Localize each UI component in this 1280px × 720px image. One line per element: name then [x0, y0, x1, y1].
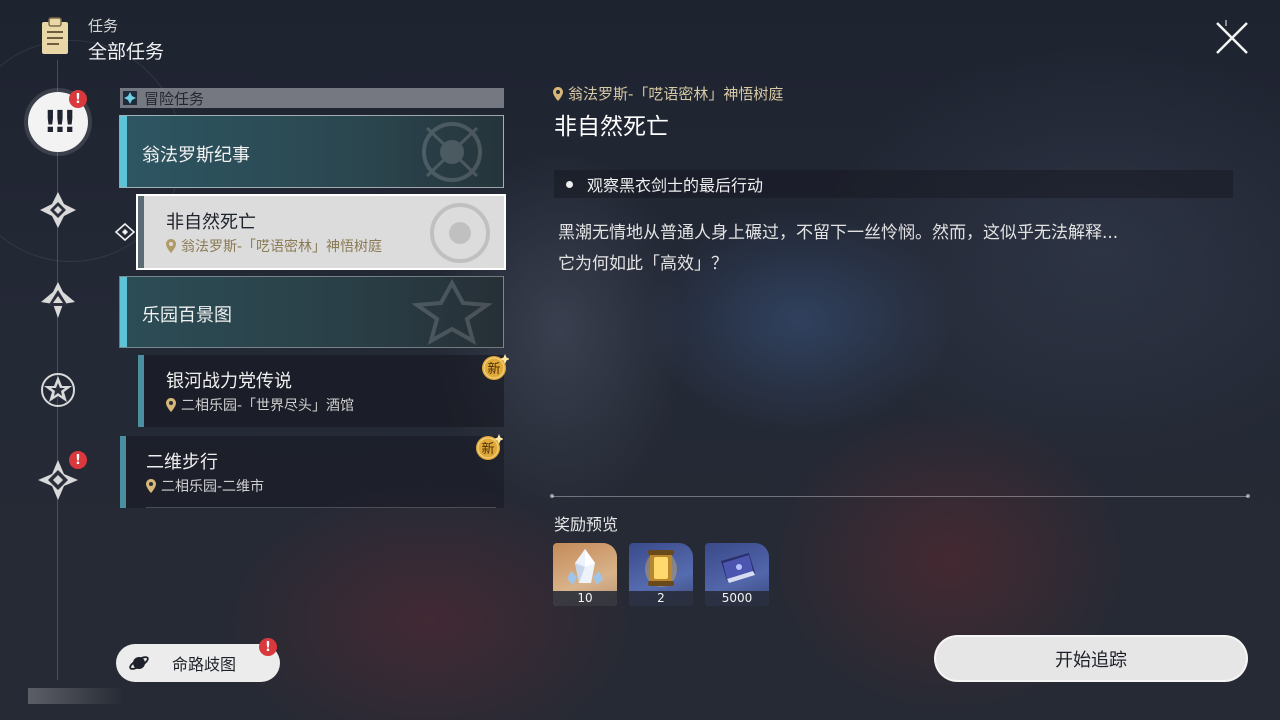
start-tracking-label: 开始追踪	[1055, 649, 1127, 671]
rail-tab-companion[interactable]	[34, 276, 82, 324]
reward-count: 5000	[705, 591, 769, 606]
quest-location-text: 二相乐园-「世界尽头」酒馆	[181, 398, 355, 414]
divider-dot	[550, 494, 554, 498]
triangle-star-icon	[41, 282, 75, 318]
lantern-icon	[645, 550, 677, 587]
group-title: 翁法罗斯纪事	[142, 145, 250, 166]
quest-item[interactable]: 二维步行 二相乐园-二维市	[120, 436, 504, 508]
quest-location: 翁法罗斯-「呓语密林」神悟树庭	[166, 236, 382, 256]
quest-item[interactable]: 银河战力党传说 二相乐园-「世界尽头」酒馆	[138, 355, 504, 427]
adventure-section-icon	[122, 90, 138, 106]
planet-ring-icon	[129, 656, 149, 670]
header-subtitle: 任务	[88, 17, 119, 35]
new-badge-text: 新	[487, 361, 500, 377]
item-bar	[138, 355, 144, 427]
reward-item[interactable]: 10	[553, 543, 617, 606]
detail-location: 翁法罗斯-「呓语密林」神悟树庭	[553, 83, 783, 104]
close-icon[interactable]	[1212, 18, 1252, 58]
reward-count: 2	[629, 591, 693, 606]
start-tracking-button[interactable]: 开始追踪	[934, 635, 1248, 682]
location-pin-icon	[146, 479, 156, 493]
selection-arrow-icon	[114, 222, 136, 242]
diamond-star-icon	[40, 192, 76, 228]
alert-badge: !	[69, 90, 87, 108]
exclamation-quest-icon: !!!	[43, 104, 76, 140]
location-pin-icon	[166, 239, 176, 253]
item-bar	[120, 436, 126, 508]
item-bar	[138, 196, 144, 268]
quest-title: 银河战力党传说	[166, 371, 292, 392]
description-line: 黑潮无情地从普通人身上碾过，不留下一丝怜悯。然而，这似乎无法解释...	[558, 223, 1119, 243]
faction-emblem-icon	[422, 122, 482, 182]
rail-tab-trailblaze[interactable]	[34, 186, 82, 234]
objective-row: 观察黑衣剑士的最后行动	[554, 170, 1233, 198]
path-map-label: 命路歧图	[172, 655, 237, 674]
bottom-decoration	[28, 688, 124, 704]
detail-location-text: 翁法罗斯-「呓语密林」神悟树庭	[568, 85, 784, 103]
path-map-button[interactable]: 命路歧图	[116, 644, 280, 682]
group-title: 乐园百景图	[142, 305, 232, 326]
rail-tab-daily[interactable]	[34, 366, 82, 414]
objective-text: 观察黑衣剑士的最后行动	[587, 176, 764, 195]
quest-location: 二相乐园-「世界尽头」酒馆	[166, 395, 354, 415]
quest-description: 黑潮无情地从普通人身上碾过，不留下一丝怜悯。然而，这似乎无法解释... 它为何如…	[558, 218, 1238, 280]
section-label: 冒险任务	[144, 89, 205, 108]
item-underline	[146, 507, 496, 508]
alert-badge: !	[259, 638, 277, 656]
faction-emblem-icon	[411, 279, 493, 345]
quest-title: 非自然死亡	[166, 212, 256, 233]
new-badge: 新	[473, 433, 504, 463]
alert-badge: !	[69, 451, 87, 469]
location-pin-icon	[166, 398, 176, 412]
divider-dot	[1246, 494, 1250, 498]
reward-header: 奖励预览	[554, 515, 619, 534]
quest-group-amphoreus[interactable]: 翁法罗斯纪事	[119, 115, 504, 188]
reward-divider	[552, 496, 1248, 497]
new-badge: 新	[479, 353, 510, 383]
star-badge-icon	[41, 373, 75, 407]
group-accent	[120, 116, 127, 187]
quest-location-text: 翁法罗斯-「呓语密林」神悟树庭	[181, 239, 383, 255]
crystal-icon	[567, 549, 603, 585]
reward-item[interactable]: 5000	[705, 543, 769, 606]
description-line: 它为何如此「高效」？	[558, 254, 728, 274]
faction-emblem-icon	[430, 203, 490, 263]
new-badge-icon: 新	[482, 354, 510, 380]
reward-item[interactable]: 2	[629, 543, 693, 606]
detail-title: 非自然死亡	[554, 114, 669, 140]
book-icon	[721, 553, 755, 583]
reward-count: 10	[553, 591, 617, 606]
group-accent	[120, 277, 127, 347]
new-badge-text: 新	[481, 441, 494, 457]
quest-location-text: 二相乐园-二维市	[161, 479, 265, 495]
section-header: 冒险任务	[120, 88, 504, 108]
new-badge-icon: 新	[476, 434, 504, 460]
quest-item-selected[interactable]: 非自然死亡 翁法罗斯-「呓语密林」神悟树庭	[136, 194, 506, 270]
quest-group-paradise[interactable]: 乐园百景图	[119, 276, 504, 348]
objective-bullet	[566, 180, 573, 188]
quest-title: 二维步行	[146, 452, 218, 473]
location-pin-icon	[553, 86, 563, 101]
quest-location: 二相乐园-二维市	[146, 476, 264, 496]
